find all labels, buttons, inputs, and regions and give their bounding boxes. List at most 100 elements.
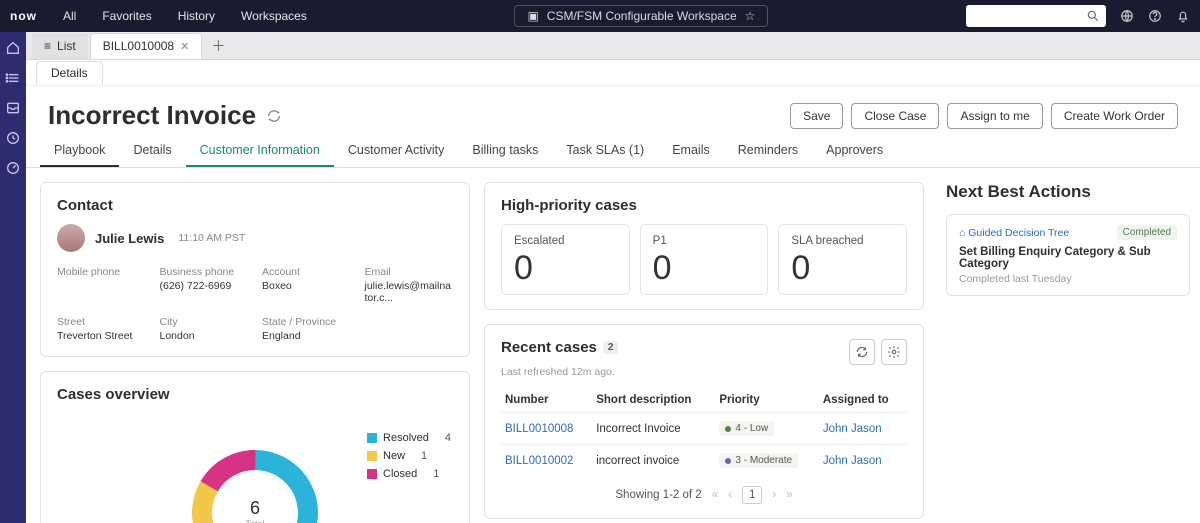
hp-p1[interactable]: P10 xyxy=(640,224,769,295)
field-value: London xyxy=(160,330,249,342)
assigned-to-link[interactable]: John Jason xyxy=(819,445,907,477)
pager-text: Showing 1-2 of 2 xyxy=(615,489,701,501)
legend-count: 1 xyxy=(433,468,439,480)
tab-record-label: BILL0010008 xyxy=(103,39,174,53)
bell-icon[interactable] xyxy=(1176,9,1190,23)
nba-tag: ⌂ Guided Decision Tree xyxy=(959,227,1069,239)
case-number-link[interactable]: BILL0010008 xyxy=(501,413,592,445)
nba-card[interactable]: ⌂ Guided Decision Tree Completed Set Bil… xyxy=(946,214,1190,296)
topbar: now All Favorites History Workspaces ▣ C… xyxy=(0,0,1200,32)
field-label: Email xyxy=(365,266,454,278)
inbox-icon[interactable] xyxy=(5,100,21,116)
hp-sla-breached[interactable]: SLA breached0 xyxy=(778,224,907,295)
refresh-button[interactable] xyxy=(849,339,875,365)
pager-prev[interactable]: ‹ xyxy=(728,489,732,501)
col-assigned[interactable]: Assigned to xyxy=(819,388,907,413)
contact-name[interactable]: Julie Lewis xyxy=(95,231,164,246)
pager-first[interactable]: « xyxy=(712,489,718,501)
hp-label: P1 xyxy=(653,235,756,247)
table-row[interactable]: BILL0010002 incorrect invoice 3 - Modera… xyxy=(501,445,907,477)
nav-favorites[interactable]: Favorites xyxy=(92,9,161,23)
case-desc: Incorrect Invoice xyxy=(592,413,715,445)
hp-label: Escalated xyxy=(514,235,617,247)
chart-legend: Resolved4 New1 Closed1 xyxy=(367,432,451,486)
contact-card: Contact Julie Lewis 11:10 AM PST Mobile … xyxy=(40,182,470,357)
favorite-star-icon[interactable]: ☆ xyxy=(745,9,756,23)
tab-reminders[interactable]: Reminders xyxy=(724,135,812,167)
field-value: julie.lewis@mailnator.c... xyxy=(365,280,454,304)
nav-history[interactable]: History xyxy=(168,9,225,23)
col-number[interactable]: Number xyxy=(501,388,592,413)
home-icon[interactable] xyxy=(5,40,21,56)
hp-escalated[interactable]: Escalated0 xyxy=(501,224,630,295)
create-work-order-button[interactable]: Create Work Order xyxy=(1051,103,1178,129)
priority-badge: 4 - Low xyxy=(719,421,774,436)
pager-current[interactable]: 1 xyxy=(742,486,762,504)
section-tabs: Playbook Details Customer Information Cu… xyxy=(26,135,1200,168)
tab-list[interactable]: ≡ List xyxy=(32,33,88,59)
tab-details[interactable]: Details xyxy=(119,135,185,167)
case-number-link[interactable]: BILL0010002 xyxy=(501,445,592,477)
legend-label: Closed xyxy=(383,468,417,480)
avatar[interactable] xyxy=(57,224,85,252)
nba-title: Set Billing Enquiry Category & Sub Categ… xyxy=(959,246,1177,270)
nba-heading: Next Best Actions xyxy=(946,182,1190,202)
recent-cases-refreshed: Last refreshed 12m ago. xyxy=(501,366,618,378)
tab-playbook[interactable]: Playbook xyxy=(40,135,119,167)
list-icon[interactable] xyxy=(5,70,21,86)
table-pager: Showing 1-2 of 2 « ‹ 1 › » xyxy=(501,486,907,504)
assigned-to-link[interactable]: John Jason xyxy=(819,413,907,445)
recent-cases-heading: Recent cases xyxy=(501,339,597,356)
recent-cases-card: Recent cases 2 Last refreshed 12m ago. Nu… xyxy=(484,324,924,519)
tab-task-slas[interactable]: Task SLAs (1) xyxy=(552,135,658,167)
page-actions: Save Close Case Assign to me Create Work… xyxy=(790,103,1178,129)
refresh-icon xyxy=(855,345,869,359)
field-label: Mobile phone xyxy=(57,266,146,278)
contact-heading: Contact xyxy=(57,197,453,214)
close-case-button[interactable]: Close Case xyxy=(851,103,939,129)
tab-customer-information[interactable]: Customer Information xyxy=(186,135,334,167)
new-tab-button[interactable]: ＋ xyxy=(204,33,232,59)
subtab-details[interactable]: Details xyxy=(36,61,103,85)
assign-to-me-button[interactable]: Assign to me xyxy=(947,103,1042,129)
field-value: Treverton Street xyxy=(57,330,146,342)
field-label: City xyxy=(160,316,249,328)
legend-swatch xyxy=(367,433,377,443)
tab-emails[interactable]: Emails xyxy=(658,135,724,167)
help-icon[interactable] xyxy=(1148,9,1162,23)
tab-billing-tasks[interactable]: Billing tasks xyxy=(458,135,552,167)
hp-value: 0 xyxy=(791,249,894,288)
contact-local-time: 11:10 AM PST xyxy=(178,232,245,244)
nav-all[interactable]: All xyxy=(53,9,86,23)
record-subtabs: Details xyxy=(26,60,1200,86)
col-priority[interactable]: Priority xyxy=(715,388,818,413)
close-icon[interactable]: ✕ xyxy=(180,40,189,53)
pager-last[interactable]: » xyxy=(786,489,792,501)
nba-meta: Completed last Tuesday xyxy=(959,273,1177,285)
settings-button[interactable] xyxy=(881,339,907,365)
col-short-desc[interactable]: Short description xyxy=(592,388,715,413)
dashboard-icon[interactable] xyxy=(5,160,21,176)
clock-icon[interactable] xyxy=(5,130,21,146)
high-priority-heading: High-priority cases xyxy=(501,197,907,214)
table-row[interactable]: BILL0010008 Incorrect Invoice 4 - Low Jo… xyxy=(501,413,907,445)
tab-customer-activity[interactable]: Customer Activity xyxy=(334,135,459,167)
recent-cases-count: 2 xyxy=(603,341,619,354)
globe-icon[interactable] xyxy=(1120,9,1134,23)
workspace-picker[interactable]: ▣ CSM/FSM Configurable Workspace ☆ xyxy=(514,5,768,27)
logo: now xyxy=(10,9,37,23)
nba-status: Completed xyxy=(1117,225,1177,240)
workspace-icon: ▣ xyxy=(527,9,538,23)
legend-count: 4 xyxy=(445,432,451,444)
refresh-icon[interactable] xyxy=(266,108,282,124)
case-desc: incorrect invoice xyxy=(592,445,715,477)
global-search[interactable] xyxy=(966,5,1106,27)
pager-next[interactable]: › xyxy=(772,489,776,501)
field-value: England xyxy=(262,330,351,342)
nav-workspaces[interactable]: Workspaces xyxy=(231,9,317,23)
save-button[interactable]: Save xyxy=(790,103,843,129)
legend-swatch xyxy=(367,469,377,479)
field-value: Boxeo xyxy=(262,280,351,292)
tab-record[interactable]: BILL0010008 ✕ xyxy=(90,33,203,59)
tab-approvers[interactable]: Approvers xyxy=(812,135,897,167)
